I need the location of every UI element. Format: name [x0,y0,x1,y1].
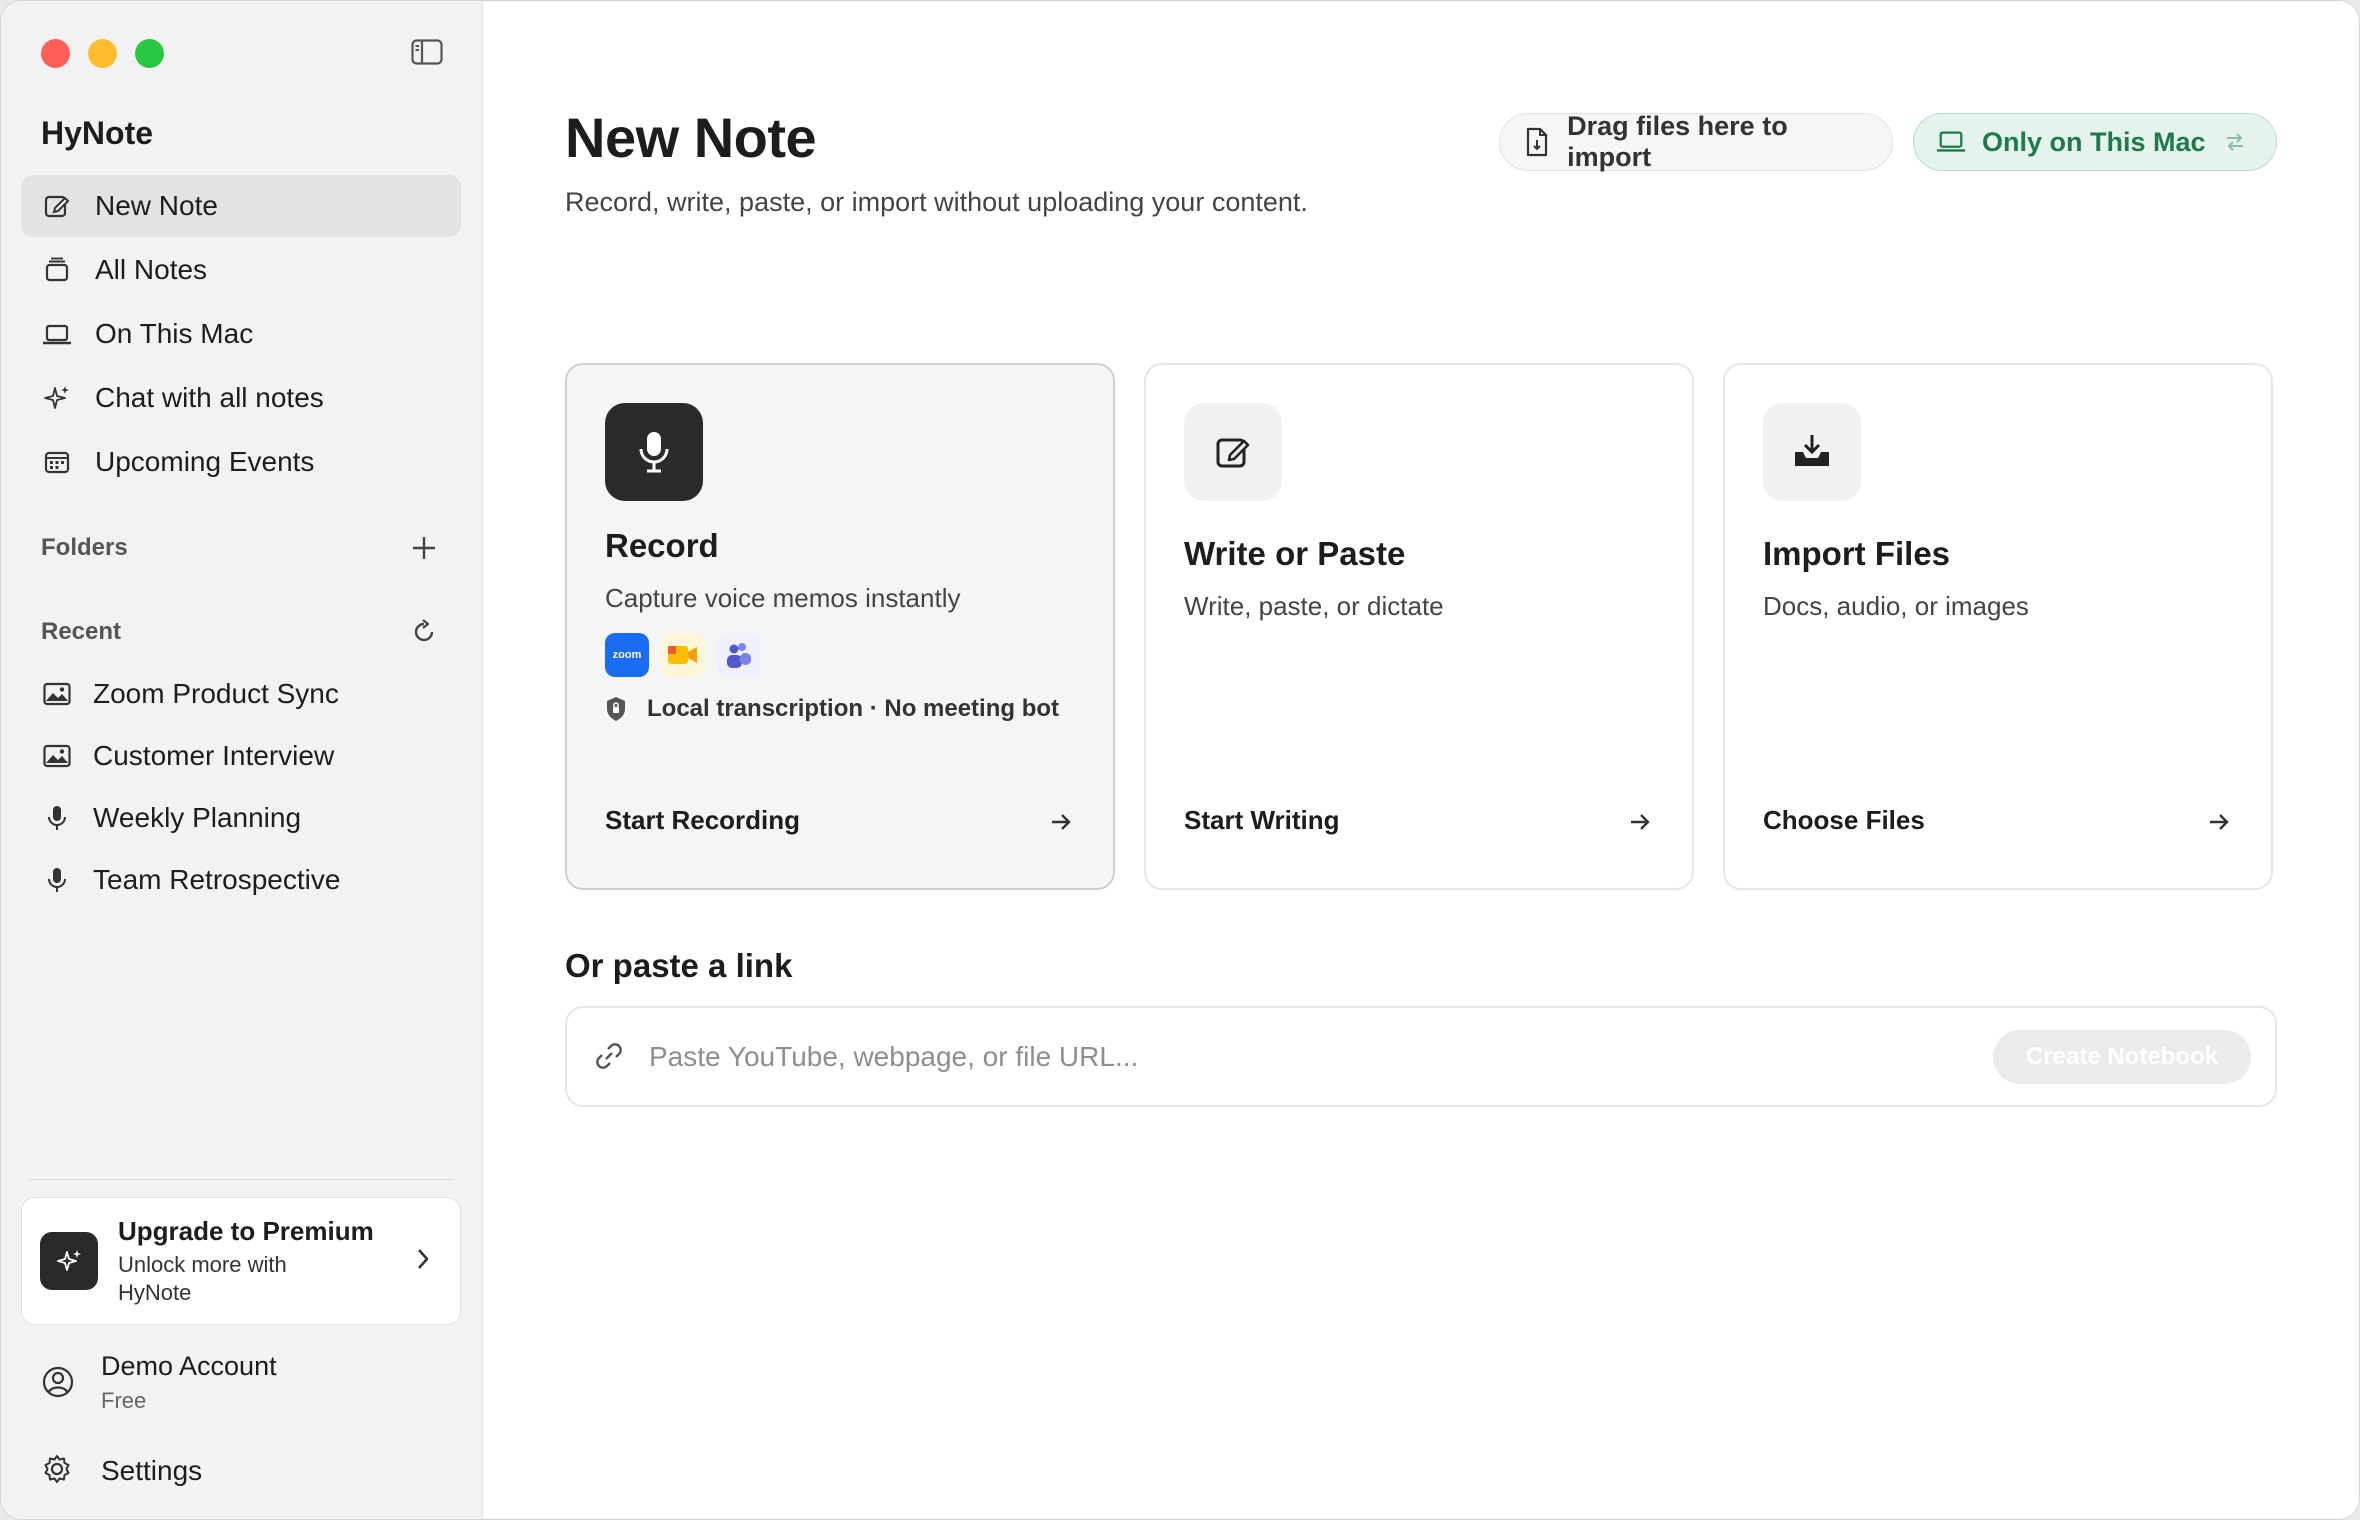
microphone-icon [605,403,703,501]
sidebar-item-chat-with-all-notes[interactable]: Chat with all notes [21,367,461,429]
zoom-icon: zoom [605,633,649,677]
sidebar-item-new-note[interactable]: New Note [21,175,461,237]
sidebar-item-on-this-mac[interactable]: On This Mac [21,303,461,365]
recent-item-label: Weekly Planning [93,802,302,833]
paste-link-box: Create Notebook [565,1006,2277,1107]
swap-icon [2224,131,2246,153]
recent-item-label: Customer Interview [93,740,335,771]
card-title: Write or Paste [1184,535,1406,572]
gear-icon [41,1453,77,1489]
sparkle-icon [41,382,73,414]
minimize-window-button[interactable] [88,39,117,68]
folders-header: Folders [41,531,441,565]
chevron-right-icon [414,1246,444,1277]
user-circle-icon [41,1365,77,1401]
calendar-icon [41,446,73,478]
start-recording-button[interactable]: Start Recording [605,805,800,836]
recent-item-label: Zoom Product Sync [93,678,339,709]
arrow-right-icon [2205,808,2235,838]
zoom-window-button[interactable] [135,39,164,68]
sidebar-toggle-icon[interactable] [411,39,443,65]
page-title: New Note [565,106,817,169]
sidebar-item-label: All Notes [95,254,208,285]
drag-import-button[interactable]: Drag files here to import [1499,111,1893,172]
card-title: Record [605,527,719,564]
app-window: HyNote New Note All Notes On This Mac Ch… [0,0,2360,1520]
sidebar-item-label: Chat with all notes [95,382,324,413]
record-card[interactable]: Record Capture voice memos instantly zoo… [565,363,1115,890]
recent-label: Recent [41,618,122,645]
folders-label: Folders [41,534,128,561]
compose-icon [41,190,73,222]
account-button[interactable]: Demo Account Free [41,1351,277,1414]
paste-link-input[interactable] [649,1040,1993,1073]
recent-item-team-retrospective[interactable]: Team Retrospective [21,849,461,911]
recent-list: Zoom Product Sync Customer Interview Wee… [21,663,461,911]
storage-location-label: Only on This Mac [1982,126,2206,157]
laptop-icon [41,318,73,350]
sidebar-item-label: On This Mac [95,318,254,349]
sidebar-item-upcoming-events[interactable]: Upcoming Events [21,431,461,493]
card-description: Capture voice memos instantly [605,583,961,613]
close-window-button[interactable] [41,39,70,68]
premium-subtitle: Unlock more with HyNote [118,1251,287,1305]
mic-icon [41,864,73,896]
inbox-download-icon [1763,403,1861,501]
window-controls [41,39,164,68]
recent-item-label: Team Retrospective [93,864,341,895]
teams-icon [717,633,761,677]
settings-label: Settings [101,1455,203,1486]
meeting-apps: zoom [605,633,761,677]
local-transcription-label: Local transcription · No meeting bot [647,695,1060,722]
app-name: HyNote [41,115,154,151]
recent-item-weekly-planning[interactable]: Weekly Planning [21,787,461,849]
drag-import-label: Drag files here to import [1567,111,1788,172]
card-description: Write, paste, or dictate [1184,591,1444,621]
choose-files-button[interactable]: Choose Files [1763,805,1925,836]
stack-icon [41,254,73,286]
sidebar-nav: New Note All Notes On This Mac Chat with… [21,175,461,495]
arrow-right-icon [1626,808,1656,838]
recent-item-zoom-product-sync[interactable]: Zoom Product Sync [21,663,461,725]
account-name: Demo Account [101,1351,277,1381]
refresh-icon[interactable] [407,615,441,649]
sidebar-item-label: Upcoming Events [95,446,315,477]
write-paste-card[interactable]: Write or Paste Write, paste, or dictate … [1144,363,1694,890]
create-notebook-button[interactable]: Create Notebook [1993,1029,2251,1084]
local-transcription-note: Local transcription · No meeting bot [605,695,1059,723]
paste-link-heading: Or paste a link [565,947,793,984]
arrow-right-icon [1047,808,1077,838]
document-icon [1522,127,1551,157]
page-subtitle: Record, write, paste, or import without … [565,187,1308,217]
image-icon [41,678,73,710]
shield-icon [605,696,631,722]
link-icon [593,1040,627,1074]
account-plan: Free [101,1388,147,1413]
sidebar-item-label: New Note [95,190,218,221]
compose-icon [1184,403,1282,501]
image-icon [41,740,73,772]
card-title: Import Files [1763,535,1951,572]
google-meet-icon [661,633,705,677]
storage-location-toggle[interactable]: Only on This Mac [1913,113,2277,171]
settings-button[interactable]: Settings [41,1453,202,1489]
mic-icon [41,802,73,834]
sidebar-item-all-notes[interactable]: All Notes [21,239,461,301]
zoom-logo-text: zoom [612,649,642,661]
import-files-card[interactable]: Import Files Docs, audio, or images Choo… [1723,363,2273,890]
recent-item-customer-interview[interactable]: Customer Interview [21,725,461,787]
laptop-icon [1936,127,1966,157]
sidebar: HyNote New Note All Notes On This Mac Ch… [1,1,483,1519]
main-content: New Note Record, write, paste, or import… [483,1,2359,1519]
sparkle-icon [40,1232,98,1290]
card-description: Docs, audio, or images [1763,591,2029,621]
add-folder-icon[interactable] [407,531,441,565]
start-writing-button[interactable]: Start Writing [1184,805,1340,836]
recent-header: Recent [41,615,441,649]
premium-title: Upgrade to Premium [118,1215,374,1246]
sidebar-divider [29,1179,453,1180]
upgrade-premium-card[interactable]: Upgrade to Premium Unlock more with HyNo… [21,1197,461,1325]
